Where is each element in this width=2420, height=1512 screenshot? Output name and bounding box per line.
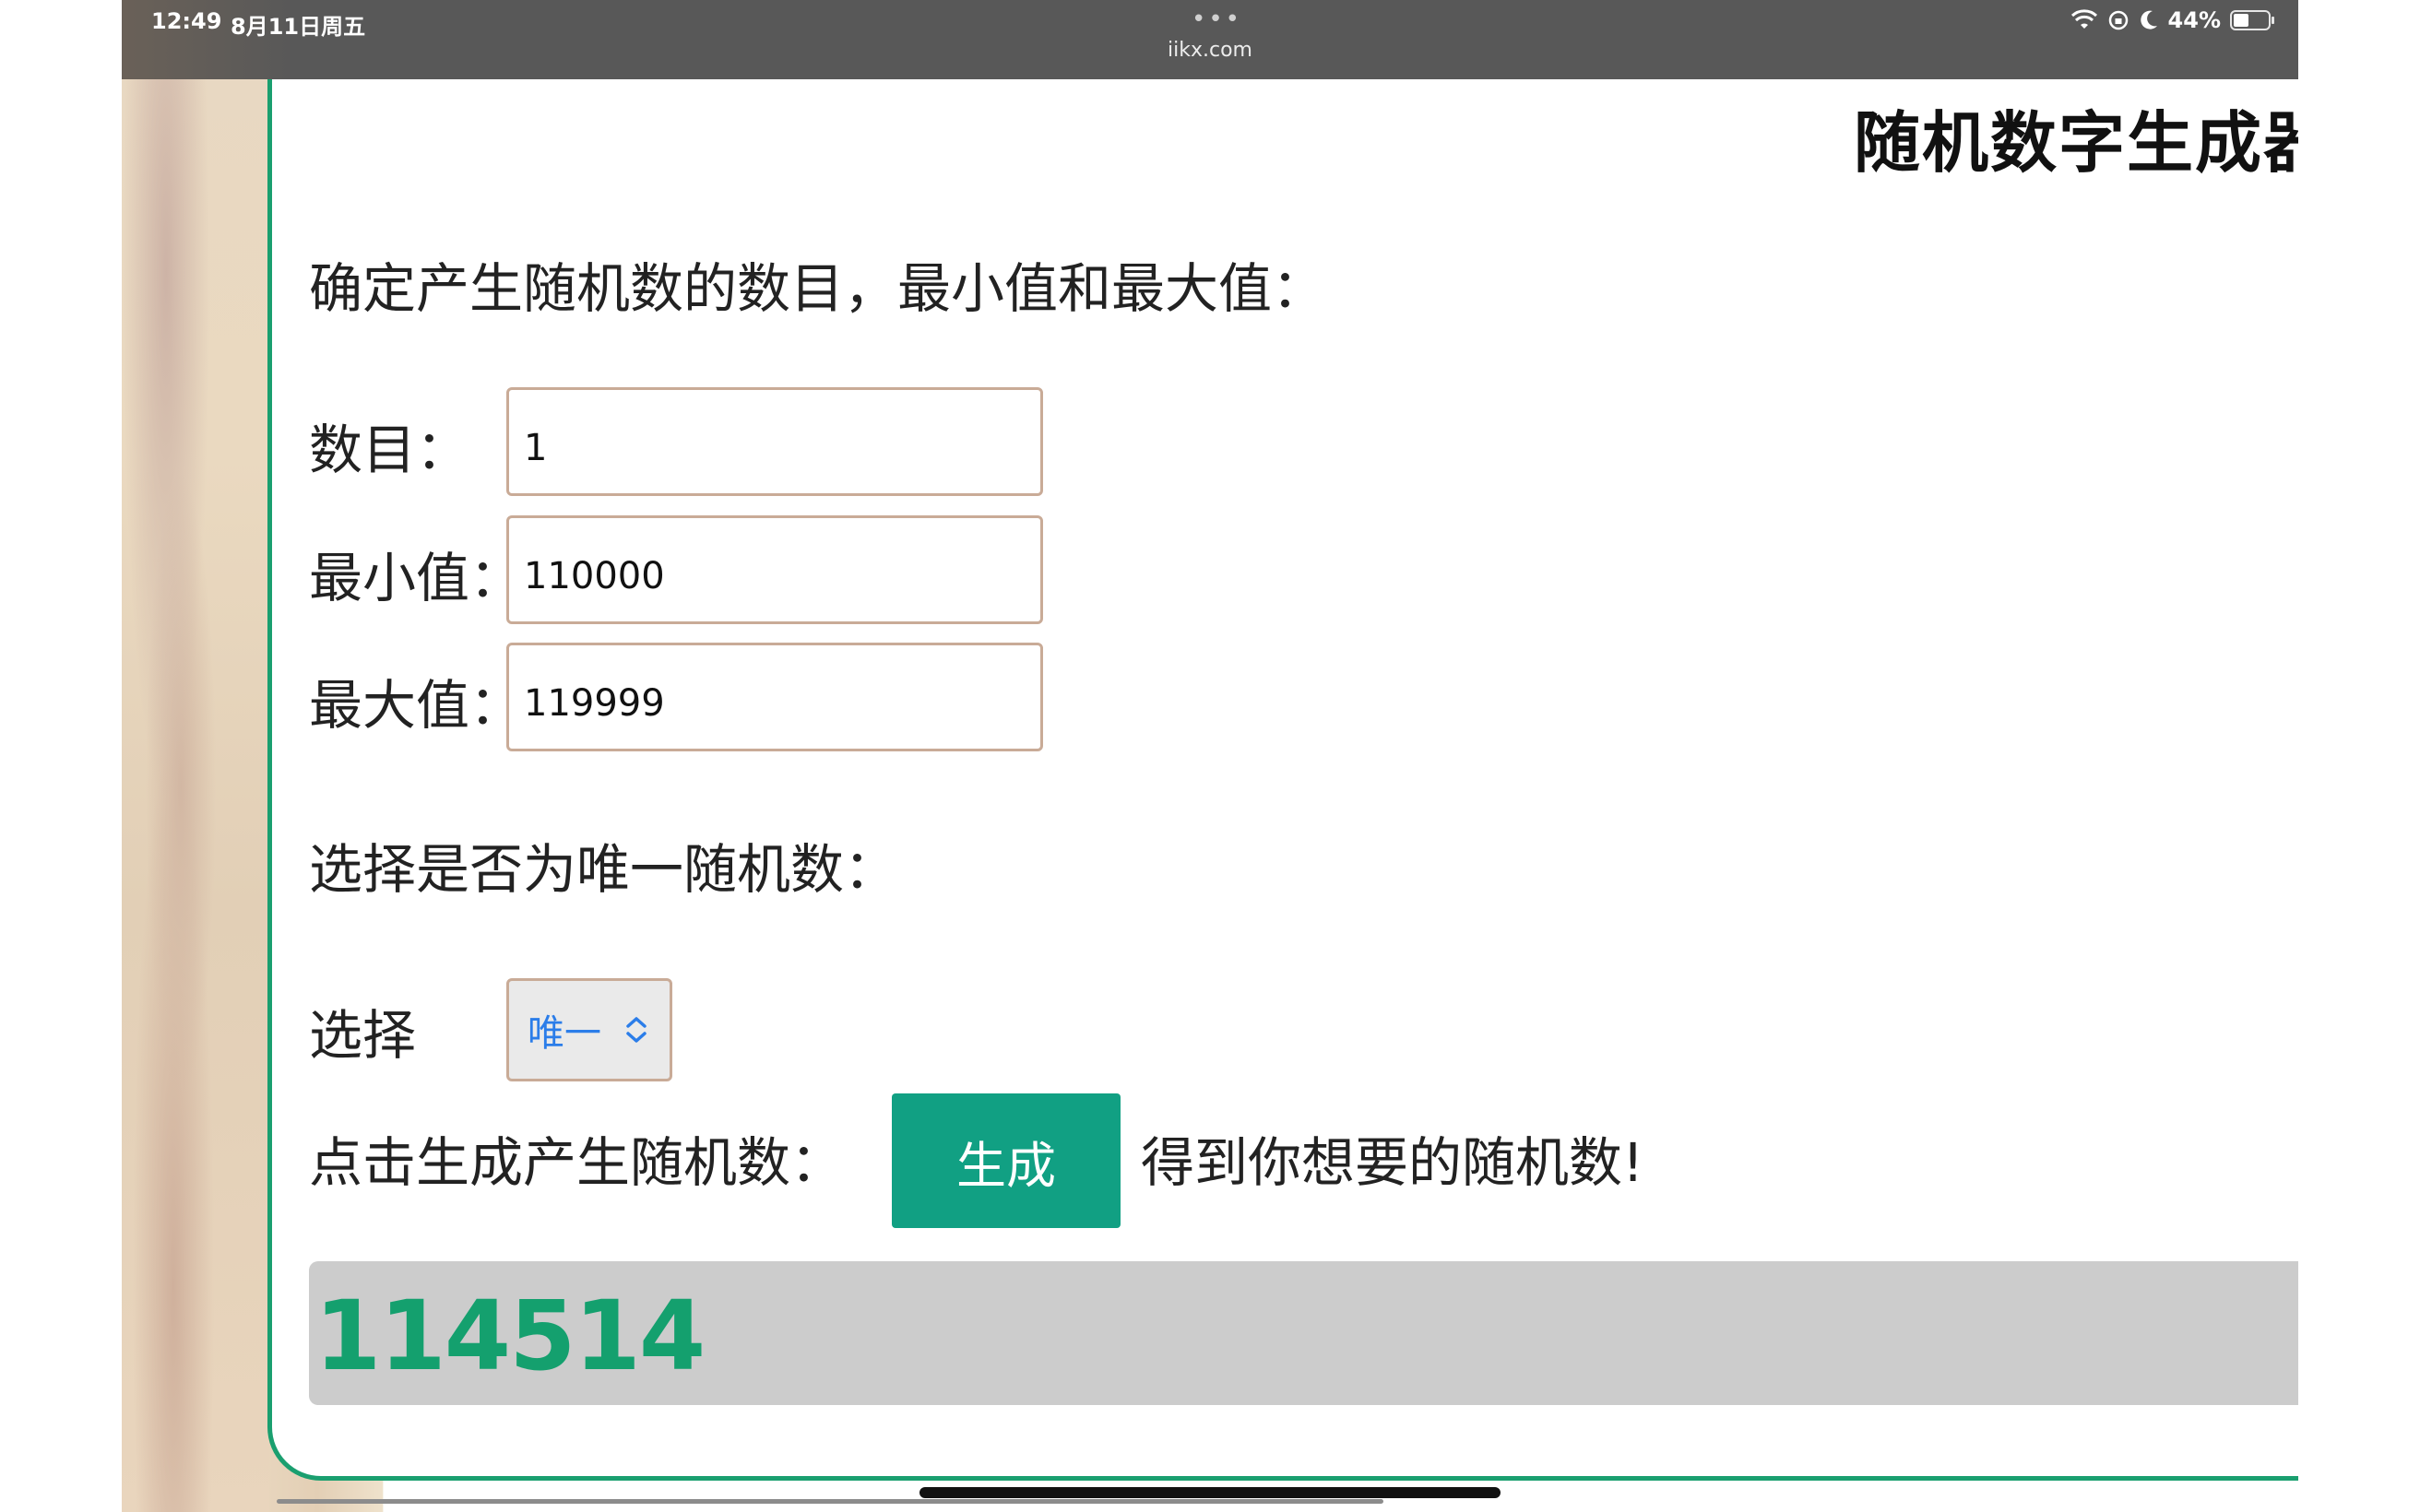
select-value: 唯一 (528, 1012, 601, 1055)
select-label: 选择 (309, 1004, 417, 1067)
status-date: 8月11日周五 (231, 14, 366, 40)
count-input[interactable]: 1 (506, 387, 1043, 496)
max-input[interactable]: 119999 (506, 643, 1043, 751)
unique-question: 选择是否为唯一随机数： (309, 838, 898, 901)
letterbox-right (2298, 0, 2420, 1512)
generator-page: 随机数字生成器 确定产生随机数的数目，最小值和最大值： 数目： 1 最小值： 1… (267, 79, 2298, 1481)
result-number: 114514 (314, 1280, 706, 1392)
intro-text: 确定产生随机数的数目，最小值和最大值： (309, 257, 1326, 320)
battery-icon (2230, 10, 2274, 30)
min-input[interactable]: 110000 (506, 515, 1043, 624)
status-right-group: 44% (2070, 7, 2274, 33)
wifi-icon (2070, 9, 2097, 29)
battery-percent: 44% (2167, 7, 2221, 33)
max-label: 最大值： (309, 674, 524, 737)
bottom-bar-line (277, 1499, 1383, 1504)
rotation-lock-icon (2108, 10, 2128, 30)
device-screen: 12:49 8月11日周五 ••• iikx.com 44% 随机数字生成器 确… (122, 0, 2298, 1512)
status-bar: 12:49 8月11日周五 ••• iikx.com 44% (122, 0, 2298, 79)
result-box: 114514 (309, 1261, 2298, 1405)
page-title: 随机数字生成器 (1854, 104, 2298, 182)
count-label: 数目： (309, 419, 470, 481)
min-label: 最小值： (309, 547, 524, 609)
generate-button[interactable]: 生成 (892, 1093, 1121, 1228)
result-hint: 得到你想要的随机数! (1141, 1131, 1644, 1194)
unique-select[interactable]: 唯一 (506, 978, 672, 1081)
status-time: 12:49 (151, 8, 222, 34)
letterbox-left (0, 0, 122, 1512)
click-label: 点击生成产生随机数： (309, 1131, 845, 1194)
multitasking-dots-icon[interactable]: ••• (1192, 6, 1242, 33)
chevron-updown-icon (626, 1017, 647, 1043)
moon-icon (2140, 10, 2157, 30)
home-indicator[interactable] (919, 1487, 1501, 1498)
wallpaper (122, 0, 269, 1512)
url-label[interactable]: iikx.com (1164, 39, 1256, 62)
